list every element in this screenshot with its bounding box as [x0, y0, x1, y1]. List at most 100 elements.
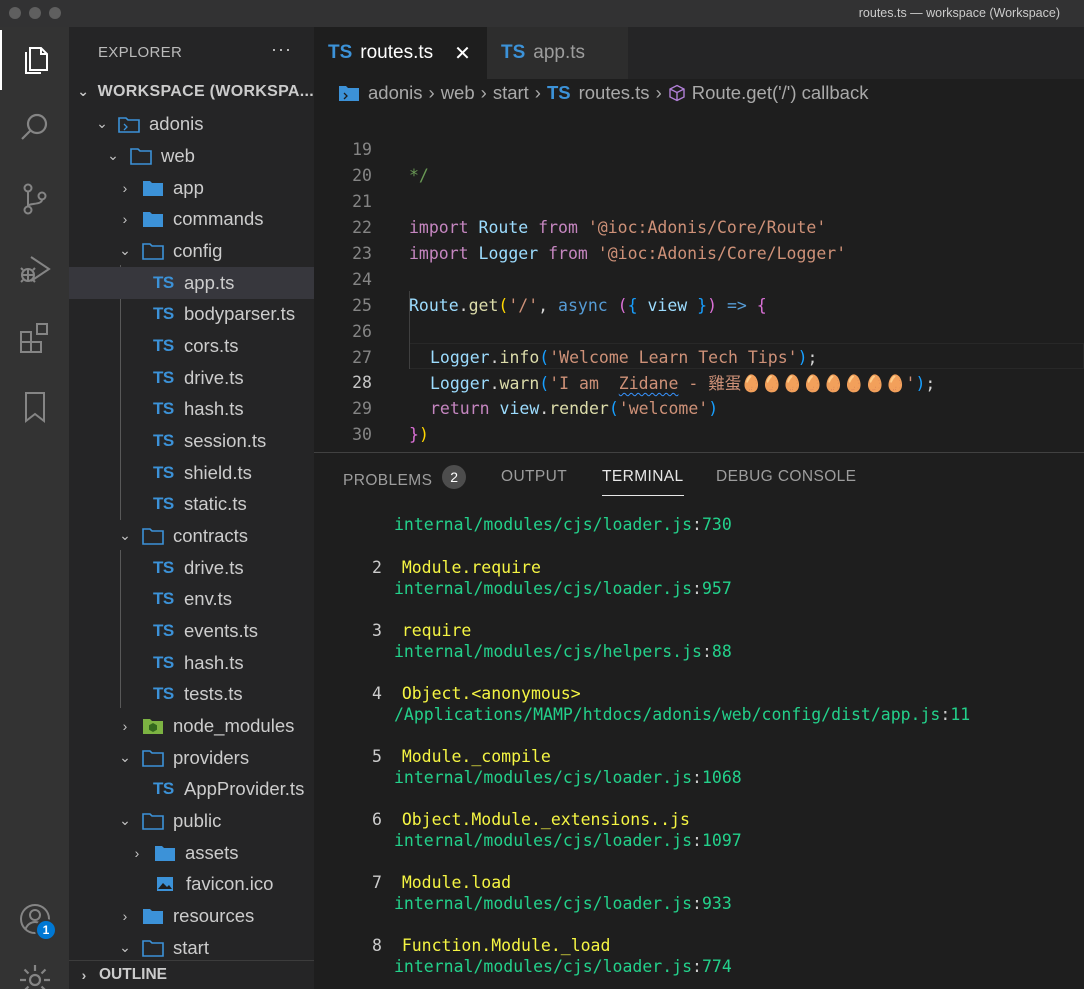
- tree-folder-public[interactable]: ⌄ public: [69, 805, 314, 837]
- extensions-icon[interactable]: [0, 308, 69, 368]
- breadcrumb-item[interactable]: adonis: [368, 82, 423, 104]
- tree-folder-adonis[interactable]: ⌄ adonis: [69, 108, 314, 140]
- breadcrumb-item[interactable]: routes.ts: [579, 82, 650, 104]
- tree-file[interactable]: TS AppProvider.ts: [69, 773, 314, 805]
- outline-section-header[interactable]: › OUTLINE: [69, 960, 314, 989]
- typescript-icon: TS: [153, 557, 174, 577]
- tree-file[interactable]: TS cors.ts: [69, 330, 314, 362]
- search-icon[interactable]: [0, 97, 69, 157]
- gear-icon[interactable]: [0, 962, 69, 989]
- tab-terminal[interactable]: TERMINAL: [602, 468, 684, 496]
- tab-routes-ts[interactable]: TS routes.ts ✕: [314, 27, 487, 79]
- breadcrumb-item[interactable]: Route.get('/') callback: [692, 82, 869, 104]
- tree-label: public: [173, 809, 222, 831]
- tab-label: TERMINAL: [602, 468, 684, 485]
- stack-path: internal/modules/cjs/loader.js: [394, 957, 693, 976]
- explorer-icon[interactable]: [0, 30, 69, 90]
- tree-file-favicon[interactable]: favicon.ico: [69, 868, 314, 900]
- breadcrumb-item[interactable]: start: [493, 82, 529, 104]
- tree-label: config: [173, 239, 223, 261]
- typescript-icon: TS: [153, 430, 174, 450]
- tree-folder-node-modules[interactable]: › node_modules: [69, 710, 314, 742]
- tree-label: start: [173, 936, 209, 958]
- folder-icon: [154, 844, 176, 862]
- tree-file[interactable]: TS env.ts: [69, 583, 314, 615]
- tree-file[interactable]: TS drive.ts: [69, 362, 314, 394]
- typescript-icon: TS: [501, 42, 526, 63]
- frame-index: 4: [372, 684, 382, 703]
- chevron-right-icon: ›: [428, 82, 435, 103]
- frame-function: Function.Module._load: [401, 936, 611, 955]
- close-window-button[interactable]: [9, 7, 21, 19]
- tree-folder-providers[interactable]: ⌄ providers: [69, 742, 314, 774]
- tab-app-ts[interactable]: TS app.ts: [487, 27, 628, 79]
- bottom-panel: PROBLEMS 2 OUTPUT TERMINAL DEBUG CONSOLE …: [314, 452, 1084, 989]
- chevron-right-icon: ›: [122, 210, 128, 227]
- breadcrumb: adonis › web › start › TS routes.ts › Ro…: [314, 79, 1084, 107]
- tree-label: commands: [173, 207, 264, 229]
- tree-label: app: [173, 176, 204, 198]
- tree-file[interactable]: TS drive.ts: [69, 552, 314, 584]
- activity-bar: 1: [0, 27, 69, 989]
- zoom-window-button[interactable]: [49, 7, 61, 19]
- tree-folder-app[interactable]: › app: [69, 172, 314, 204]
- folder-open-icon: [142, 812, 164, 830]
- tree-file[interactable]: TS tests.ts: [69, 678, 314, 710]
- workspace-header[interactable]: ⌄ WORKSPACE (WORKSPA...: [69, 76, 314, 108]
- typescript-icon: TS: [153, 303, 174, 323]
- tree-file[interactable]: TS shield.ts: [69, 457, 314, 489]
- tree-file[interactable]: TS session.ts: [69, 425, 314, 457]
- close-icon[interactable]: ✕: [454, 41, 471, 66]
- stack-path: /Applications/MAMP/htdocs/adonis/web/con…: [394, 705, 941, 724]
- terminal-line: 2 Module.require: [372, 557, 541, 579]
- tree-file[interactable]: TS hash.ts: [69, 393, 314, 425]
- source-control-icon[interactable]: [0, 169, 69, 229]
- tree-label: drive.ts: [184, 366, 244, 388]
- tab-label: app.ts: [533, 42, 586, 63]
- tab-debug-console[interactable]: DEBUG CONSOLE: [716, 468, 856, 496]
- tree-file[interactable]: TS static.ts: [69, 488, 314, 520]
- accounts-icon[interactable]: [0, 889, 69, 949]
- tab-output[interactable]: OUTPUT: [501, 468, 567, 496]
- frame-index: 6: [372, 810, 382, 829]
- node-folder-icon: [142, 717, 164, 735]
- tree-label: hash.ts: [184, 651, 244, 673]
- chevron-right-icon: ›: [480, 82, 487, 103]
- image-icon: [155, 875, 177, 893]
- chevron-down-icon: ⌄: [107, 147, 119, 164]
- bookmarks-icon[interactable]: [0, 377, 69, 437]
- tree-folder-resources[interactable]: › resources: [69, 900, 314, 932]
- frame-function: Module.require: [401, 558, 541, 577]
- folder-open-icon: [142, 242, 164, 260]
- breadcrumb-item[interactable]: web: [441, 82, 475, 104]
- typescript-icon: TS: [153, 588, 174, 608]
- tree-folder-start[interactable]: ⌄ start: [69, 932, 314, 964]
- terminal-line: 6 Object.Module._extensions..js: [372, 809, 690, 831]
- tree-folder-config[interactable]: ⌄ config: [69, 235, 314, 267]
- folder-open-icon: [142, 749, 164, 767]
- code-editor[interactable]: 19 */ 20 21 import Route from '@ioc:Adon…: [314, 107, 1084, 452]
- tree-label: cors.ts: [184, 334, 239, 356]
- folder-icon: [142, 179, 164, 197]
- tree-folder-commands[interactable]: › commands: [69, 203, 314, 235]
- stack-path: internal/modules/cjs/loader.js: [394, 579, 693, 598]
- run-debug-icon[interactable]: [0, 239, 69, 299]
- more-actions-button[interactable]: ···: [271, 39, 292, 60]
- tree-file[interactable]: TS events.ts: [69, 615, 314, 647]
- tree-folder-web[interactable]: ⌄ web: [69, 140, 314, 172]
- tree-label: env.ts: [184, 587, 232, 609]
- tree-file[interactable]: TS hash.ts: [69, 647, 314, 679]
- tree-folder-assets[interactable]: › assets: [69, 837, 314, 869]
- tree-folder-contracts[interactable]: ⌄ contracts: [69, 520, 314, 552]
- workspace-folder-icon: [118, 115, 140, 133]
- tree-file[interactable]: TS bodyparser.ts: [69, 298, 314, 330]
- minimize-window-button[interactable]: [29, 7, 41, 19]
- chevron-right-icon: ›: [655, 82, 662, 103]
- outline-label: OUTLINE: [99, 966, 168, 983]
- tree-label: tests.ts: [184, 682, 243, 704]
- tree-label: bodyparser.ts: [184, 302, 296, 324]
- stack-line: 730: [701, 515, 732, 534]
- tree-file-config-app-ts[interactable]: TS app.ts: [69, 267, 314, 299]
- tab-problems[interactable]: PROBLEMS 2: [343, 465, 467, 496]
- terminal-line: internal/modules/cjs/loader.js:1097: [394, 831, 742, 850]
